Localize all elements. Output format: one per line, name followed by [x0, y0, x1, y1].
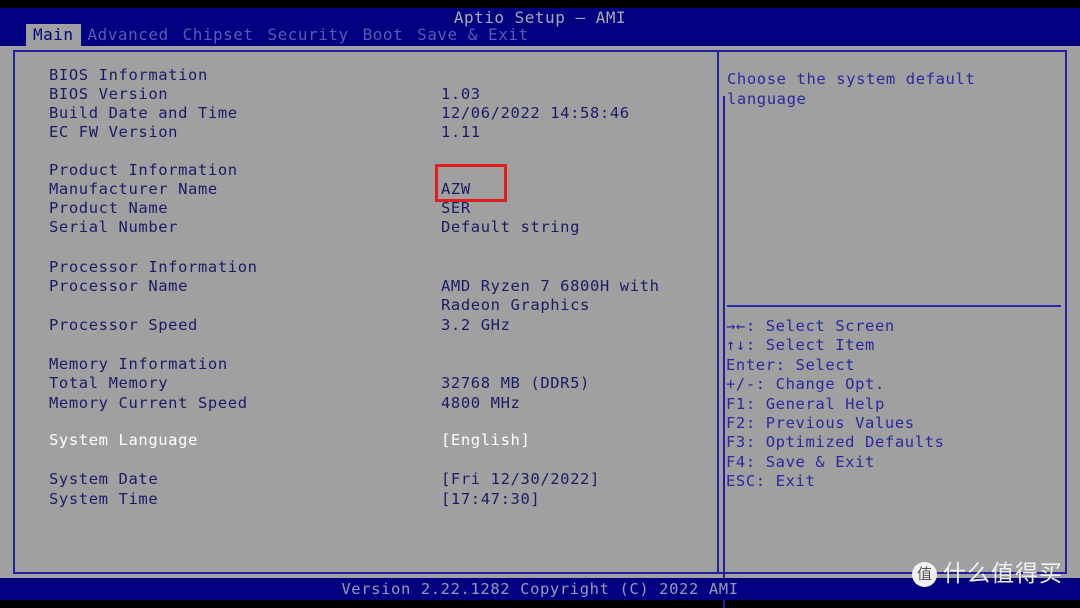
tab-save-exit[interactable]: Save & Exit: [410, 24, 535, 46]
legend-row: F3: Optimized Defaults: [726, 433, 945, 452]
legend-row: Enter: Select: [726, 355, 856, 374]
setting-row[interactable]: Total Memory 32768 MB (DDR5): [15, 374, 717, 393]
setting-value[interactable]: [English]: [441, 431, 530, 450]
setting-row[interactable]: Memory Current Speed 4800 MHz: [15, 394, 717, 413]
setting-label: BIOS Version: [49, 85, 169, 103]
setting-label: Build Date and Time: [49, 104, 238, 122]
watermark: 值 什么值得买: [912, 561, 1063, 588]
setting-row[interactable]: Manufacturer Name AZW: [15, 180, 717, 199]
setting-label: Manufacturer Name: [49, 180, 218, 198]
setting-row[interactable]: System Language [English]: [15, 431, 717, 450]
help-panel: Choose the system default language →←: S…: [717, 50, 1067, 574]
legend-row: →←: Select Screen: [726, 317, 895, 335]
legend-row: F2: Previous Values: [726, 414, 915, 433]
setting-label: Serial Number: [49, 218, 179, 236]
setting-value[interactable]: 32768 MB (DDR5): [441, 374, 590, 393]
help-divider: [727, 305, 1061, 307]
legend-row: ↑↓: Select Item: [726, 336, 875, 355]
setting-row[interactable]: System Date [Fri 12/30/2022]: [15, 470, 717, 489]
tab-boot[interactable]: Boot: [356, 24, 411, 46]
tab-security[interactable]: Security: [261, 24, 356, 46]
setting-label: Memory Information: [49, 355, 228, 373]
setting-label: System Language: [49, 431, 198, 449]
setting-value[interactable]: 4800 MHz: [441, 394, 520, 413]
setting-row[interactable]: EC FW Version 1.11: [15, 123, 717, 142]
setting-row[interactable]: Radeon Graphics: [15, 296, 717, 315]
setting-value[interactable]: AZW: [441, 180, 471, 199]
panel-divider: [723, 96, 725, 608]
tab-chipset[interactable]: Chipset: [176, 24, 261, 46]
section-header: Processor Information: [15, 258, 717, 277]
setting-row[interactable]: Build Date and Time 12/06/2022 14:58:46: [15, 104, 717, 123]
watermark-label: 什么值得买: [943, 561, 1063, 587]
legend-row: F4: Save & Exit: [726, 452, 875, 471]
setting-label: EC FW Version: [49, 123, 179, 141]
setting-row[interactable]: System Time [17:47:30]: [15, 490, 717, 509]
setting-value[interactable]: [17:47:30]: [441, 490, 540, 509]
setting-label: BIOS Information: [49, 66, 208, 84]
setting-label: Product Information: [49, 161, 238, 179]
bios-setup-screen: Aptio Setup – AMI Main Advanced Chipset …: [0, 0, 1080, 608]
legend-row: ESC: Exit: [726, 472, 816, 491]
setting-value[interactable]: 12/06/2022 14:58:46: [441, 104, 630, 123]
setting-value[interactable]: 3.2 GHz: [441, 316, 511, 335]
menu-bar: Main Advanced Chipset Security Boot Save…: [26, 24, 536, 46]
setting-label: System Date: [49, 470, 159, 488]
key-legend: →←: Select Screen ↑↓: Select Item Enter: S…: [726, 317, 1066, 492]
section-header: BIOS Information: [15, 66, 717, 85]
setting-row[interactable]: Product Name SER: [15, 199, 717, 218]
section-header: Memory Information: [15, 355, 717, 374]
watermark-logo-icon: 值: [912, 562, 937, 587]
setting-label: Total Memory: [49, 374, 169, 392]
help-description: Choose the system default language: [727, 70, 976, 108]
main-info-panel: BIOS Information BIOS Version 1.03 Build Da…: [13, 50, 717, 574]
section-header: Product Information: [15, 161, 717, 180]
setting-value[interactable]: [Fri 12/30/2022]: [441, 470, 600, 489]
legend-row: +/-: Change Opt.: [726, 375, 885, 394]
setting-label: Processor Information: [49, 258, 258, 276]
setting-value[interactable]: Radeon Graphics: [441, 296, 590, 315]
tab-advanced[interactable]: Advanced: [81, 24, 176, 46]
setting-label: Product Name: [49, 199, 169, 217]
setting-value[interactable]: 1.11: [441, 123, 481, 142]
setting-value[interactable]: 1.03: [441, 85, 481, 104]
setting-row[interactable]: BIOS Version 1.03: [15, 85, 717, 104]
setting-value[interactable]: AMD Ryzen 7 6800H with: [441, 277, 660, 296]
setting-label: Processor Name: [49, 277, 189, 295]
legend-row: F1: General Help: [726, 394, 885, 413]
setting-label: Processor Speed: [49, 316, 198, 334]
tab-main[interactable]: Main: [26, 24, 81, 46]
setting-value[interactable]: Default string: [441, 218, 580, 237]
setting-label: Memory Current Speed: [49, 394, 248, 412]
setting-label: System Time: [49, 490, 159, 508]
content-area: BIOS Information BIOS Version 1.03 Build Da…: [0, 46, 1080, 608]
setting-value[interactable]: SER: [441, 199, 471, 218]
setting-row[interactable]: Processor Name AMD Ryzen 7 6800H with: [15, 277, 717, 296]
setting-row[interactable]: Processor Speed 3.2 GHz: [15, 316, 717, 335]
setting-row[interactable]: Serial Number Default string: [15, 218, 717, 237]
